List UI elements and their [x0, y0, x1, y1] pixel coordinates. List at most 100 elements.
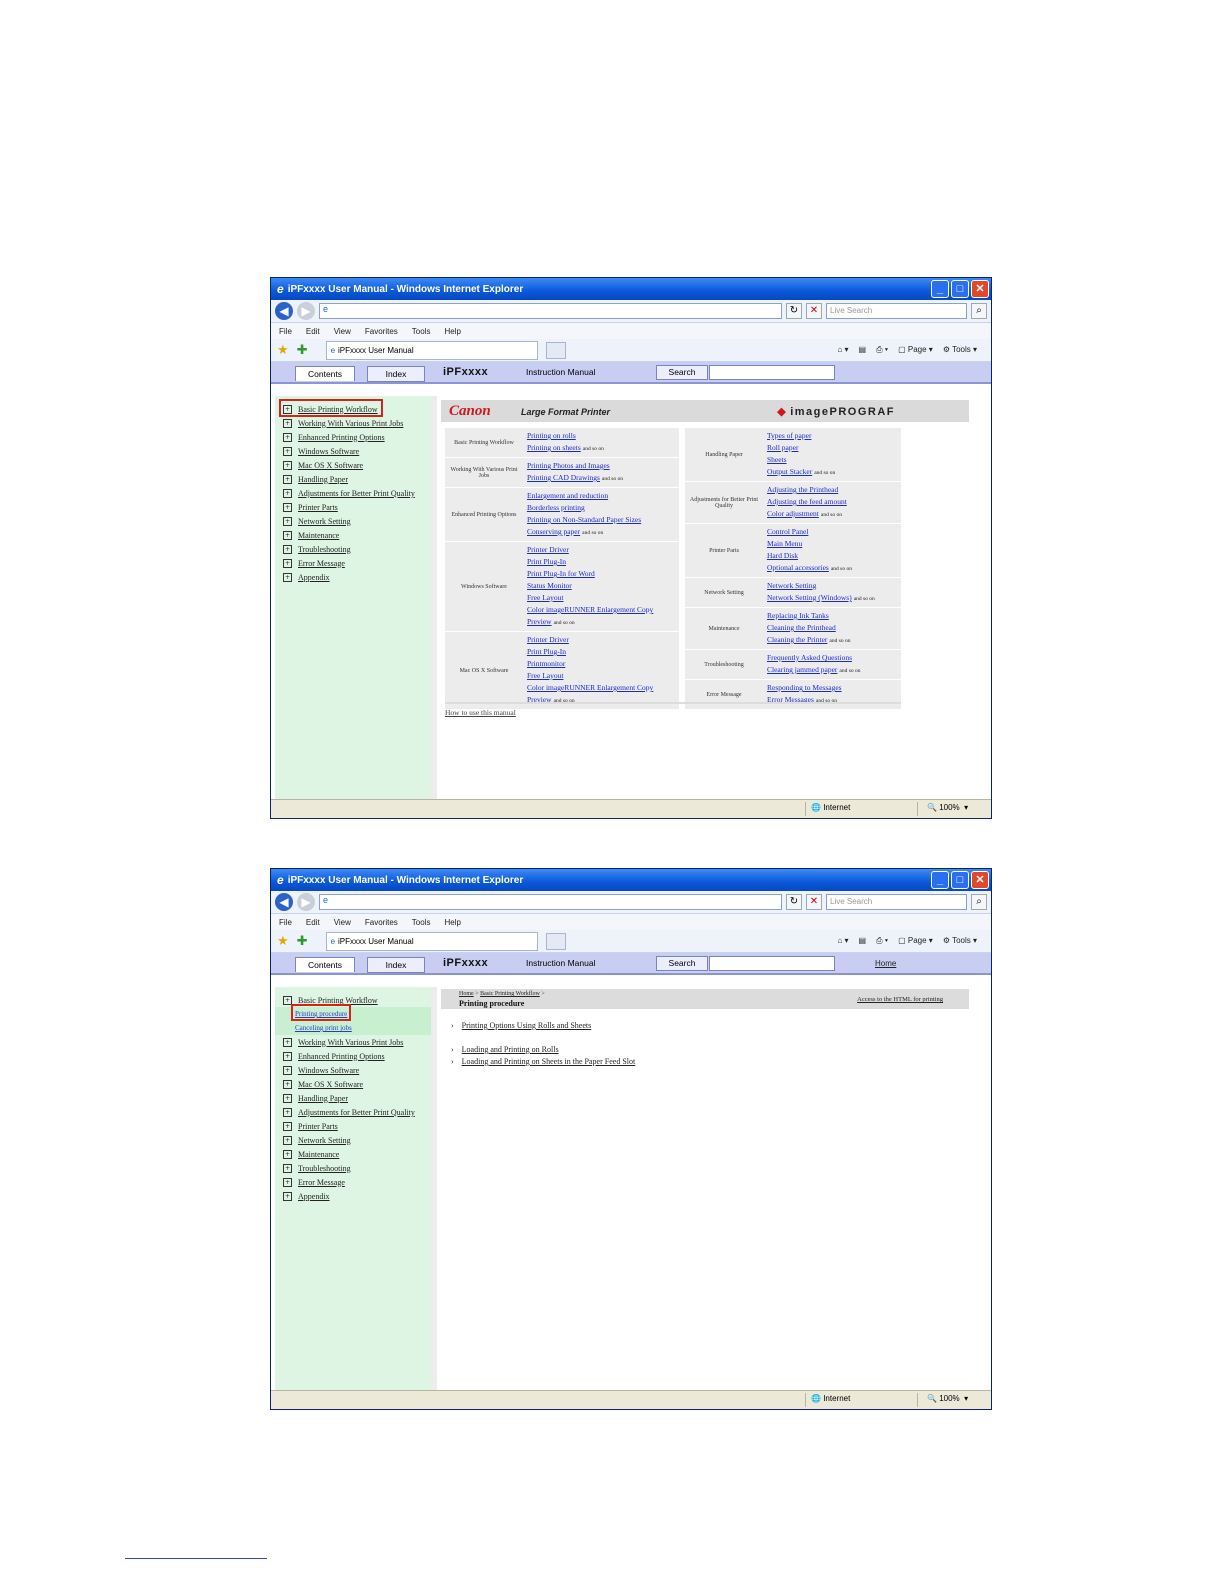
category-link[interactable]: Status Monitor	[527, 580, 679, 592]
category-link[interactable]: Responding to Messages	[767, 682, 901, 694]
category-link[interactable]: Adjusting the Printhead	[767, 484, 901, 496]
category-link[interactable]: Printmonitor	[527, 658, 679, 670]
stop-icon[interactable]: ✕	[806, 894, 822, 910]
category-link[interactable]: Network Setting	[767, 580, 901, 592]
sidebar-item[interactable]: + Mac OS X Software	[275, 458, 431, 472]
zoom-control[interactable]: 🔍 100% ▾	[927, 803, 968, 812]
category-link[interactable]: Printing Photos and Images	[527, 460, 679, 472]
category-link[interactable]: Sheets	[767, 454, 901, 466]
sidebar-subitem[interactable]: Canceling print jobs	[275, 1021, 431, 1035]
category-link[interactable]: Preview and so on	[527, 694, 679, 707]
category-link[interactable]: Printer Driver	[527, 634, 679, 646]
tab-index[interactable]: Index	[367, 366, 425, 382]
forward-button[interactable]: ▶	[297, 302, 315, 320]
feeds-icon[interactable]: ▤	[859, 345, 867, 355]
breadcrumb-home[interactable]: Home	[459, 991, 474, 997]
category-link[interactable]: Roll paper	[767, 442, 901, 454]
category-link[interactable]: Types of paper	[767, 430, 901, 442]
browser-tab[interactable]: e iPFxxxx User Manual	[325, 340, 538, 360]
home-icon[interactable]: ⌂ ▾	[837, 345, 848, 355]
feeds-icon[interactable]: ▤	[859, 936, 867, 946]
live-search-input[interactable]: Live Search	[826, 894, 967, 910]
minimize-button[interactable]: _	[931, 280, 949, 298]
category-link[interactable]: Adjusting the feed amount	[767, 496, 901, 508]
tab-contents[interactable]: Contents	[295, 957, 355, 972]
breadcrumb-basic[interactable]: Basic Printing Workflow	[480, 991, 540, 997]
tab-index[interactable]: Index	[367, 957, 425, 973]
menu-help[interactable]: Help	[444, 327, 460, 336]
minimize-button[interactable]: _	[931, 871, 949, 889]
sidebar-item[interactable]: + Appendix	[275, 570, 431, 584]
refresh-icon[interactable]: ↻	[786, 303, 802, 319]
manual-search-input[interactable]	[709, 364, 835, 380]
print-html-link[interactable]: Access to the HTML for printing	[857, 996, 943, 1003]
sidebar-item[interactable]: + Troubleshooting	[275, 542, 431, 556]
sidebar-item[interactable]: + Working With Various Print Jobs	[275, 416, 431, 430]
menu-file[interactable]: File	[279, 918, 292, 927]
procedure-link[interactable]: › Loading and Printing on Rolls	[451, 1045, 559, 1054]
add-favorites-icon[interactable]: ✚	[297, 933, 308, 949]
back-button[interactable]: ◀	[275, 893, 293, 911]
tools-menu[interactable]: ⚙ Tools ▾	[943, 936, 977, 946]
home-icon[interactable]: ⌂ ▾	[837, 936, 848, 946]
category-link[interactable]: Printing on Non-Standard Paper Sizes	[527, 514, 679, 526]
sidebar-item[interactable]: + Troubleshooting	[275, 1161, 431, 1175]
category-link[interactable]: Color imageRUNNER Enlargement Copy	[527, 682, 679, 694]
menu-tools[interactable]: Tools	[412, 918, 431, 927]
home-link[interactable]: Home	[875, 959, 896, 968]
category-link[interactable]: Conserving paper and so on	[527, 526, 679, 539]
category-link[interactable]: Color imageRUNNER Enlargement Copy	[527, 604, 679, 616]
page-menu[interactable]: ▢ Page ▾	[898, 936, 933, 946]
menu-favorites[interactable]: Favorites	[365, 327, 398, 336]
sidebar-item[interactable]: + Appendix	[275, 1189, 431, 1203]
category-link[interactable]: Replacing Ink Tanks	[767, 610, 901, 622]
category-link[interactable]: Clearing jammed paper and so on	[767, 664, 901, 677]
sidebar-item[interactable]: + Printer Parts	[275, 500, 431, 514]
tools-menu[interactable]: ⚙ Tools ▾	[943, 345, 977, 355]
category-link[interactable]: Printing CAD Drawings and so on	[527, 472, 679, 485]
print-icon[interactable]: ⎙ ▾	[876, 936, 888, 946]
category-link[interactable]: Printer Driver	[527, 544, 679, 556]
procedure-link[interactable]: › Printing Options Using Rolls and Sheets	[451, 1021, 591, 1030]
menu-view[interactable]: View	[334, 918, 351, 927]
category-link[interactable]: Print Plug-In	[527, 556, 679, 568]
sidebar-item[interactable]: + Enhanced Printing Options	[275, 1049, 431, 1063]
search-button[interactable]: Search	[656, 364, 708, 380]
search-icon[interactable]: ⌕	[971, 303, 987, 319]
close-button[interactable]: ✕	[971, 280, 989, 298]
category-link[interactable]: Main Menu	[767, 538, 901, 550]
live-search-input[interactable]: Live Search	[826, 303, 967, 319]
sidebar-item[interactable]: + Printer Parts	[275, 1119, 431, 1133]
manual-search-input[interactable]	[709, 955, 835, 971]
sidebar-item[interactable]: + Adjustments for Better Print Quality	[275, 486, 431, 500]
menu-file[interactable]: File	[279, 327, 292, 336]
page-menu[interactable]: ▢ Page ▾	[898, 345, 933, 355]
zoom-control[interactable]: 🔍 100% ▾	[927, 1394, 968, 1403]
search-icon[interactable]: ⌕	[971, 894, 987, 910]
favorites-star-icon[interactable]: ★	[277, 342, 289, 358]
maximize-button[interactable]: □	[951, 280, 969, 298]
category-link[interactable]: Printing on rolls	[527, 430, 679, 442]
menu-help[interactable]: Help	[444, 918, 460, 927]
favorites-star-icon[interactable]: ★	[277, 933, 289, 949]
category-link[interactable]: Error Messages and so on	[767, 694, 901, 707]
sidebar-item[interactable]: + Adjustments for Better Print Quality	[275, 1105, 431, 1119]
print-icon[interactable]: ⎙ ▾	[876, 345, 888, 355]
category-link[interactable]: Preview and so on	[527, 616, 679, 629]
category-link[interactable]: Control Panel	[767, 526, 901, 538]
new-tab-button[interactable]	[545, 341, 566, 359]
category-link[interactable]: Print Plug-In for Word	[527, 568, 679, 580]
sidebar-item[interactable]: + Windows Software	[275, 1063, 431, 1077]
sidebar-item[interactable]: + Working With Various Print Jobs	[275, 1035, 431, 1049]
menu-favorites[interactable]: Favorites	[365, 918, 398, 927]
sidebar-item[interactable]: + Error Message	[275, 1175, 431, 1189]
tab-contents[interactable]: Contents	[295, 366, 355, 381]
menu-view[interactable]: View	[334, 327, 351, 336]
procedure-link[interactable]: › Loading and Printing on Sheets in the P…	[451, 1057, 635, 1066]
category-link[interactable]: Enlargement and reduction	[527, 490, 679, 502]
category-link[interactable]: Network Setting (Windows) and so on	[767, 592, 901, 605]
sidebar-item[interactable]: + Enhanced Printing Options	[275, 430, 431, 444]
add-favorites-icon[interactable]: ✚	[297, 342, 308, 358]
stop-icon[interactable]: ✕	[806, 303, 822, 319]
browser-tab[interactable]: e iPFxxxx User Manual	[325, 931, 538, 951]
